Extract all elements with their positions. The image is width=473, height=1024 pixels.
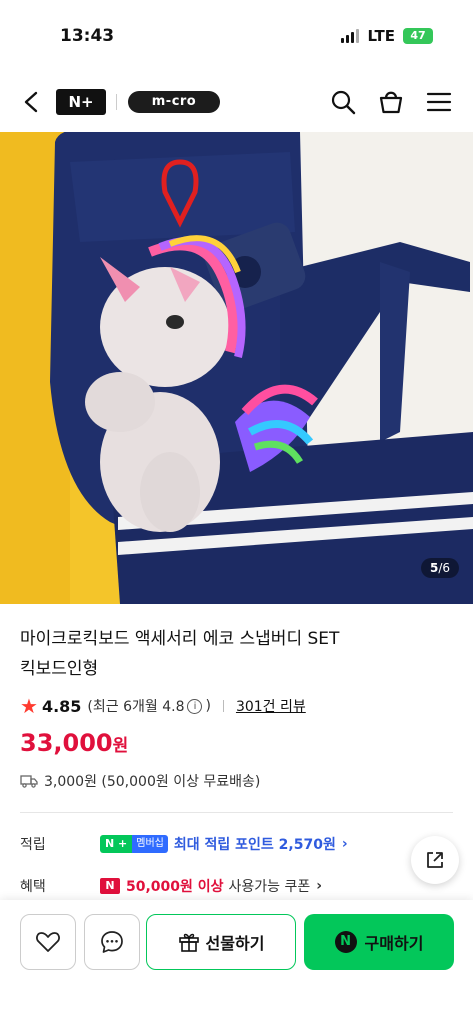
naver-plus-logo-text: N+ [68, 93, 94, 111]
share-icon [427, 852, 443, 868]
price: 33,000원 [20, 729, 128, 757]
share-button[interactable] [411, 836, 459, 884]
star-icon: ★ [20, 694, 38, 718]
recent-rating: (최근 6개월 4.8 [87, 699, 185, 715]
chevron-right-icon: › [341, 836, 348, 852]
naver-pay-n-icon: N [334, 931, 357, 953]
review-link[interactable]: 301건 리뷰 [236, 696, 306, 716]
like-button[interactable] [20, 914, 76, 970]
gift-button-label: 선물하기 [205, 934, 265, 953]
truck-icon [20, 775, 38, 788]
back-icon[interactable] [18, 88, 46, 116]
shipping-text: 3,000원 (50,000원 이상 무료배송) [44, 774, 261, 790]
bottom-action-bar: 선물하기 N 구매하기 [0, 900, 473, 1024]
buy-button[interactable]: N 구매하기 [304, 914, 454, 970]
membership-badge-n: N + [100, 835, 133, 853]
shipping-info: 3,000원 (50,000원 이상 무료배송) [20, 771, 260, 791]
recent-rating-close: ) [205, 698, 211, 714]
points-label: 적립 [20, 837, 46, 853]
battery-icon: 47 [403, 28, 433, 44]
product-title-line2: 킥보드인형 [20, 659, 99, 679]
section-divider [20, 812, 453, 813]
coupon-text: 사용가능 쿠폰 [228, 879, 311, 895]
app-header: N+ m-cro [0, 72, 473, 132]
info-icon[interactable]: i [187, 698, 203, 714]
image-counter-total: /6 [438, 561, 450, 575]
points-row[interactable]: 적립 N + 멤버십 최대 적립 포인트 2,570원 › [20, 834, 348, 854]
chat-icon [101, 931, 123, 953]
network-label: LTE [367, 27, 395, 45]
menu-icon[interactable] [425, 88, 453, 116]
product-title-line1: 마이크로킥보드 액세서리 에코 스냅버디 SET [20, 629, 340, 649]
brand-logo[interactable]: m-cro [128, 91, 220, 113]
status-time: 13:43 [60, 26, 115, 46]
status-bar: 13:43 LTE 47 [0, 0, 473, 72]
buy-button-label: 구매하기 [364, 934, 424, 953]
membership-badge: N + 멤버십 [100, 835, 168, 853]
heart-icon [36, 932, 60, 952]
chevron-right-icon: › [316, 878, 323, 894]
membership-badge-text: 멤버십 [132, 835, 168, 853]
price-value: 33,000 [20, 729, 113, 757]
chat-button[interactable] [84, 914, 140, 970]
header-divider [116, 94, 117, 110]
gift-button[interactable]: 선물하기 [146, 914, 296, 970]
naver-plus-logo[interactable]: N+ [56, 89, 106, 115]
coupon-amount: 50,000원 이상 [126, 879, 224, 895]
product-title: 마이크로킥보드 액세서리 에코 스냅버디 SET 킥보드인형 [20, 624, 440, 684]
rating-value: 4.85 [41, 696, 82, 716]
search-icon[interactable] [329, 88, 357, 116]
coupon-badge: N [100, 878, 120, 894]
status-indicators: LTE 47 [341, 27, 433, 45]
coupon-row[interactable]: 혜택 N 50,000원 이상 사용가능 쿠폰 › [20, 876, 322, 896]
coupon-label: 혜택 [20, 879, 46, 895]
product-photo-illustration [0, 132, 473, 604]
gift-icon [178, 933, 199, 952]
signal-icon [341, 29, 360, 43]
rating-divider [222, 700, 224, 712]
rating-row: ★ 4.85 (최근 6개월 4.8 i ) 301건 리뷰 [20, 694, 306, 718]
image-counter: 5/6 [420, 558, 459, 578]
cart-icon[interactable] [377, 88, 405, 116]
product-image[interactable]: 5/6 [0, 132, 473, 604]
points-text: 최대 적립 포인트 2,570원 [173, 837, 336, 853]
price-unit: 원 [112, 736, 129, 756]
